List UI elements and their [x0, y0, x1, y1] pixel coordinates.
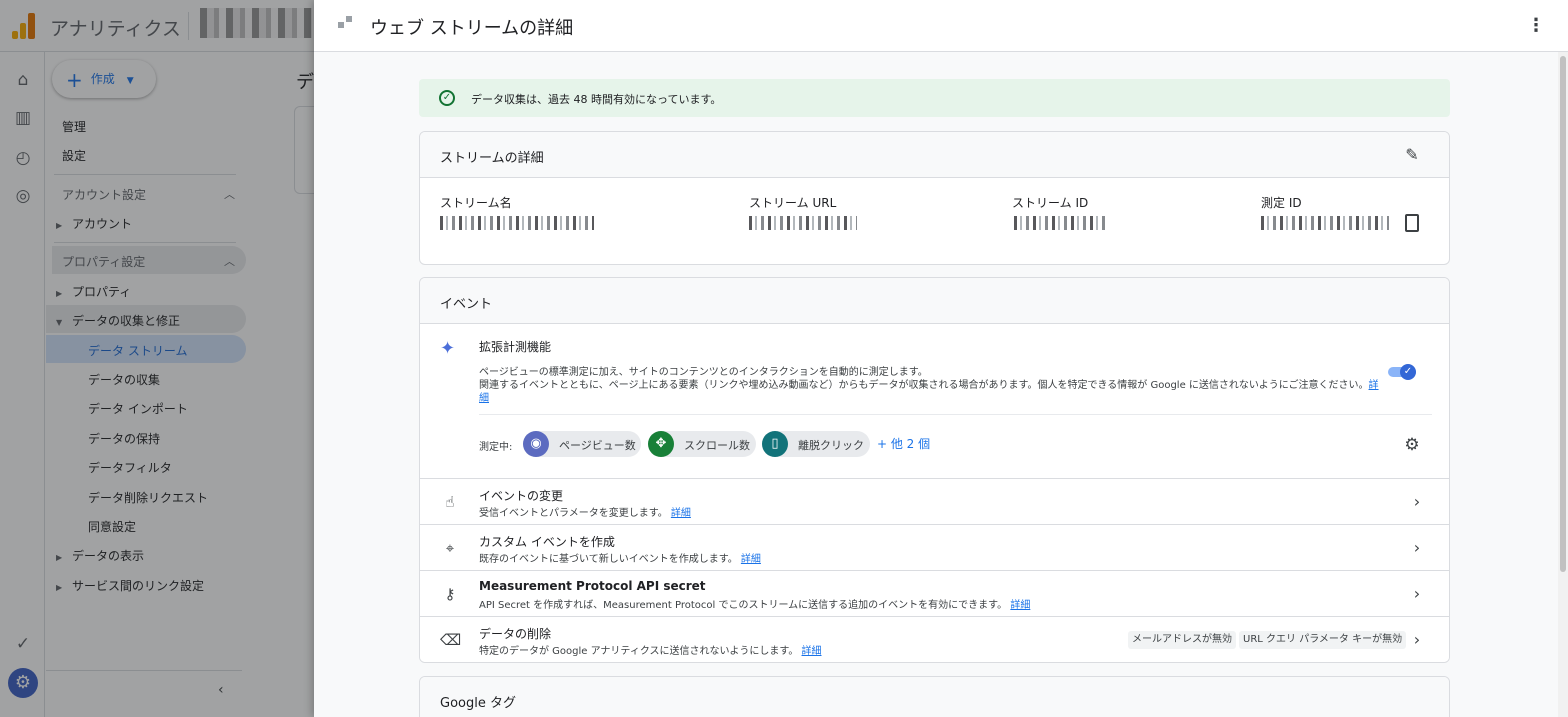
close-icon[interactable] — [336, 16, 356, 36]
learn-more-link[interactable]: 詳細 — [671, 508, 691, 519]
cursor-click-icon: ⌖ — [445, 539, 455, 557]
scroll-icon: ✥ — [648, 431, 674, 457]
scrollbar-thumb[interactable] — [1560, 56, 1566, 572]
learn-more-link[interactable]: 詳細 — [1010, 600, 1030, 611]
learn-more-link[interactable]: 詳細 — [741, 554, 761, 565]
chip-outbound-clicks: ▯ 離脱クリック — [762, 431, 870, 457]
check-circle-icon: ✓ — [439, 90, 455, 106]
mouse-icon: ▯ — [762, 431, 788, 457]
stream-url-label: ストリーム URL — [749, 196, 837, 210]
status-badge: URL クエリ パラメータ キーが無効 — [1239, 631, 1407, 649]
chip-scrolls: ✥ スクロール数 — [648, 431, 756, 457]
stream-url-value-redacted — [749, 216, 857, 230]
divider — [479, 414, 1432, 415]
row-create-custom-event[interactable]: ⌖ カスタム イベントを作成 既存のイベントに基づいて新しいイベントを作成します… — [420, 524, 1449, 570]
eye-icon: ◉ — [523, 431, 549, 457]
google-tag-title: Google タグ — [440, 696, 516, 711]
key-icon: ⚷ — [444, 585, 456, 603]
measuring-label: 測定中: — [479, 442, 513, 453]
stream-id-label: ストリーム ID — [1012, 196, 1089, 210]
banner-text: データ収集は、過去 48 時間有効になっています。 — [471, 93, 722, 106]
events-card: イベント ✦ 拡張計測機能 ページビューの標準測定に加え、サイトのコンテンツとの… — [419, 277, 1450, 663]
web-stream-details-drawer: ウェブ ストリームの詳細 ⋮ ✓ データ収集は、過去 48 時間有効になっていま… — [314, 0, 1568, 717]
copy-icon[interactable] — [1405, 214, 1419, 232]
sparkle-icon: ✦ — [440, 338, 456, 359]
more-events-link[interactable]: + 他 2 個 — [877, 435, 930, 452]
events-title: イベント — [440, 297, 493, 312]
gear-icon[interactable]: ⚙ — [1402, 435, 1422, 455]
status-badge: メールアドレスが無効 — [1128, 631, 1236, 649]
more-vert-icon[interactable]: ⋮ — [1526, 14, 1546, 38]
status-banner: ✓ データ収集は、過去 48 時間有効になっています。 — [419, 79, 1450, 117]
chip-page-views: ◉ ページビュー数 — [523, 431, 641, 457]
card-header: Google タグ — [420, 677, 1449, 717]
measurement-id-value-redacted — [1261, 216, 1389, 230]
card-header: イベント — [420, 278, 1449, 324]
chevron-right-icon[interactable]: › — [1410, 584, 1424, 604]
measurement-id-label: 測定 ID — [1261, 196, 1302, 210]
drawer-header: ウェブ ストリームの詳細 ⋮ — [314, 0, 1568, 52]
enhanced-measurement-title: 拡張計測機能 — [479, 340, 552, 354]
google-tag-card: Google タグ — [419, 676, 1450, 717]
chevron-right-icon[interactable]: › — [1410, 538, 1424, 558]
row-measurement-protocol[interactable]: ⚷ Measurement Protocol API secret API Se… — [420, 570, 1449, 616]
stream-name-value-redacted — [440, 216, 594, 230]
edit-pencil-icon[interactable]: ✎ — [1402, 145, 1422, 165]
enhanced-measurement-toggle[interactable]: ✓ — [1388, 364, 1418, 380]
card-header: ストリームの詳細 ✎ — [420, 132, 1449, 178]
stream-details-title: ストリームの詳細 — [440, 151, 544, 166]
touch-icon: ☝ — [445, 493, 455, 511]
chevron-right-icon[interactable]: › — [1410, 630, 1424, 650]
enhanced-measurement-desc: ページビューの標準測定に加え、サイトのコンテンツとのインタラクションを自動的に測… — [479, 367, 1379, 404]
stream-details-card: ストリームの詳細 ✎ ストリーム名 ストリーム URL ストリーム ID 測定 … — [419, 131, 1450, 265]
chevron-right-icon[interactable]: › — [1410, 492, 1424, 512]
stream-id-value-redacted — [1014, 216, 1106, 230]
eraser-icon: ⌫ — [440, 631, 462, 649]
row-modify-events[interactable]: ☝ イベントの変更 受信イベントとパラメータを変更します。 詳細 › — [420, 478, 1449, 524]
stream-name-label: ストリーム名 — [440, 196, 512, 210]
check-icon: ✓ — [1400, 364, 1416, 380]
row-data-redaction[interactable]: ⌫ データの削除 特定のデータが Google アナリティクスに送信されないよう… — [420, 616, 1449, 662]
learn-more-link[interactable]: 詳細 — [802, 646, 822, 657]
drawer-title: ウェブ ストリームの詳細 — [370, 18, 574, 39]
